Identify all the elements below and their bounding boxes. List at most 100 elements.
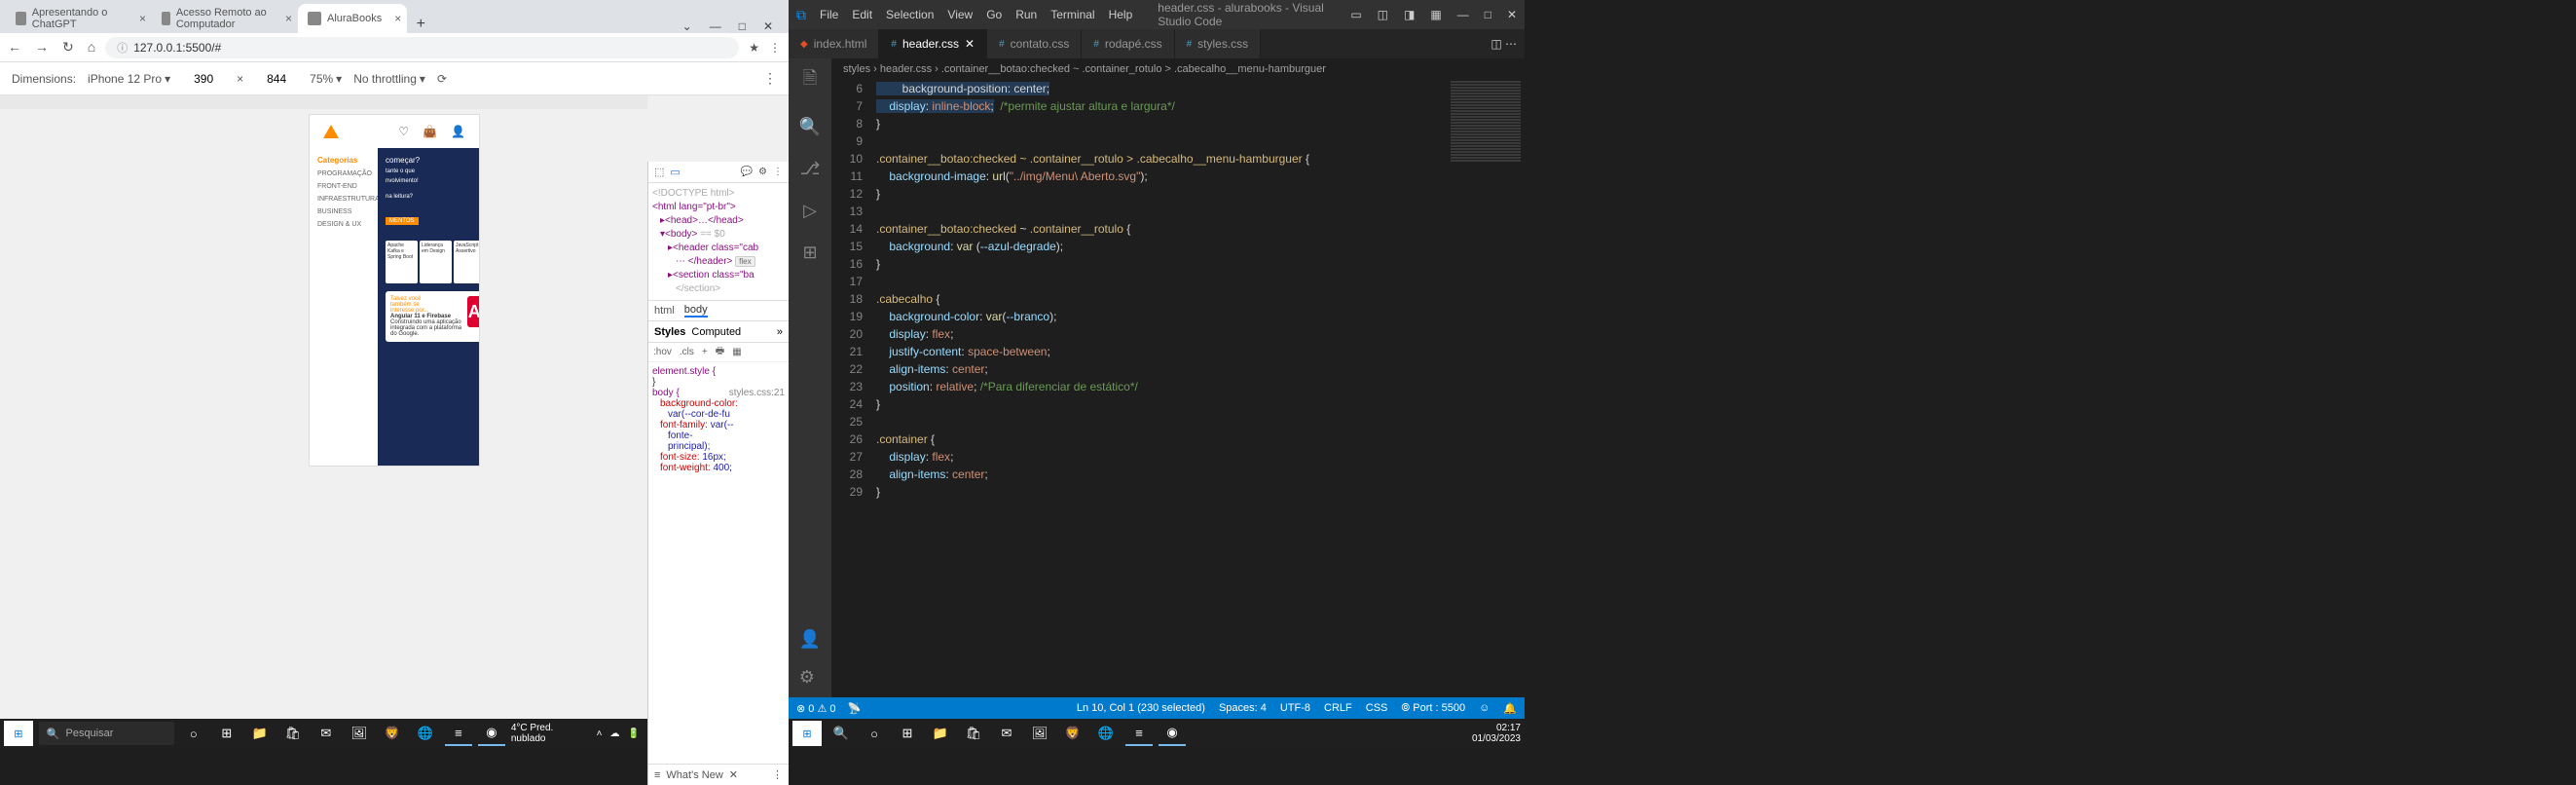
close-icon[interactable]: × xyxy=(394,12,401,25)
tab-computed[interactable]: Computed xyxy=(691,326,741,338)
menu-terminal[interactable]: Terminal xyxy=(1050,8,1094,21)
menu-run[interactable]: Run xyxy=(1015,8,1037,21)
book-card[interactable]: Apache Kafka e Spring Boot xyxy=(386,241,418,283)
back-button[interactable]: ← xyxy=(8,39,21,56)
minimize-button[interactable]: — xyxy=(710,19,721,33)
code-editor[interactable]: styles › header.css › .container__botao:… xyxy=(831,58,1525,697)
close-icon[interactable]: ✕ xyxy=(965,37,975,51)
layout-icon[interactable]: ◫ xyxy=(1378,8,1388,21)
device-icon[interactable]: ▭ xyxy=(670,166,680,178)
chat-icon[interactable]: 💬 xyxy=(741,167,753,177)
new-tab-button[interactable]: + xyxy=(407,16,434,33)
battery-icon[interactable]: 🔋 xyxy=(627,729,639,739)
more-button[interactable]: ⋮ xyxy=(763,70,777,87)
layout-icon[interactable]: ◨ xyxy=(1404,8,1415,21)
layout-icon[interactable]: ▭ xyxy=(1350,8,1361,21)
maximize-button[interactable]: □ xyxy=(1485,8,1491,21)
cat-business[interactable]: BUSINESS xyxy=(317,208,370,215)
breadcrumb[interactable]: styles › header.css › .container__botao:… xyxy=(831,58,1525,80)
box-icon[interactable]: ▦ xyxy=(732,347,741,357)
close-icon[interactable]: × xyxy=(285,12,292,25)
hero-button[interactable]: MENTOS xyxy=(386,217,419,225)
tab-index[interactable]: ◆index.html xyxy=(789,29,879,58)
vscode-icon[interactable]: ≡ xyxy=(1125,721,1153,746)
url-input[interactable]: ⓘ127.0.0.1:5500/# xyxy=(105,37,739,58)
crumb-body[interactable]: body xyxy=(684,304,708,318)
chrome-icon[interactable]: ◉ xyxy=(1159,721,1186,746)
rotate-button[interactable]: ⟳ xyxy=(437,72,447,86)
edge-icon[interactable]: 🌐 xyxy=(412,721,439,746)
menu-edit[interactable]: Edit xyxy=(852,8,872,21)
width-input[interactable] xyxy=(182,72,225,86)
close-icon[interactable]: ✕ xyxy=(729,768,738,781)
live-server-indicator[interactable]: ⦾ Port : 5500 xyxy=(1401,702,1465,715)
chrome-icon[interactable]: ◉ xyxy=(478,721,505,746)
menu-help[interactable]: Help xyxy=(1109,8,1133,21)
taskbar-search[interactable]: 🔍 Pesquisar xyxy=(39,722,174,745)
user-icon[interactable]: 👤 xyxy=(451,125,465,138)
menu-view[interactable]: View xyxy=(947,8,973,21)
cat-infra[interactable]: INFRAESTRUTURA xyxy=(317,196,370,203)
cat-design[interactable]: DESIGN & UX xyxy=(317,221,370,228)
layout-icon[interactable]: ▦ xyxy=(1430,8,1441,21)
radio-icon[interactable]: 📡 xyxy=(847,702,861,715)
menu-selection[interactable]: Selection xyxy=(886,8,934,21)
edge-icon[interactable]: 🌐 xyxy=(1092,721,1120,746)
weather-widget[interactable]: 4°C Pred. nublado xyxy=(511,723,589,744)
heart-icon[interactable]: ♡ xyxy=(398,125,409,138)
taskview-icon[interactable]: ⊞ xyxy=(894,721,921,746)
bell-icon[interactable]: 🔔 xyxy=(1503,702,1517,715)
debug-icon[interactable]: ▷ xyxy=(803,201,817,221)
search-icon[interactable]: 🔍 xyxy=(828,721,855,746)
bag-icon[interactable]: 👜 xyxy=(423,125,437,138)
tab-rodape[interactable]: #rodapé.css xyxy=(1082,29,1174,58)
extensions-icon[interactable]: ⊞ xyxy=(802,243,817,263)
device-dropdown[interactable]: iPhone 12 Pro ▾ xyxy=(88,72,170,86)
settings-icon[interactable]: ⚙ xyxy=(799,667,821,688)
explorer-icon[interactable]: 📁 xyxy=(246,721,274,746)
close-icon[interactable]: × xyxy=(139,12,146,25)
search-icon[interactable]: 🔍 xyxy=(799,117,821,137)
site-info-icon[interactable]: ⓘ xyxy=(117,40,128,56)
explorer-icon[interactable]: 🗎 xyxy=(803,66,817,95)
code-content[interactable]: background-position: center; display: in… xyxy=(876,80,1447,697)
eol-indicator[interactable]: CRLF xyxy=(1324,702,1352,715)
height-input[interactable] xyxy=(255,72,298,86)
source-control-icon[interactable]: ⎇ xyxy=(800,159,821,179)
more-tabs[interactable]: » xyxy=(777,326,783,338)
encoding-indicator[interactable]: UTF-8 xyxy=(1280,702,1310,715)
minimap[interactable] xyxy=(1447,80,1525,697)
book-card[interactable]: Liderança em Design xyxy=(420,241,452,283)
close-button[interactable]: ✕ xyxy=(763,19,773,33)
home-button[interactable]: ⌂ xyxy=(88,39,95,56)
browser-tab-alura[interactable]: AluraBooks× xyxy=(298,4,407,33)
cat-programacao[interactable]: PROGRAMAÇÃO xyxy=(317,170,370,177)
print-icon[interactable]: 🖶 xyxy=(716,344,724,360)
explorer-icon[interactable]: 📁 xyxy=(927,721,954,746)
mail-icon[interactable]: ✉ xyxy=(993,721,1020,746)
photos-icon[interactable]: 🖼 xyxy=(1026,721,1053,746)
onedrive-icon[interactable]: ☁ xyxy=(609,729,619,739)
chevron-down-icon[interactable]: ⌄ xyxy=(682,19,692,33)
start-button[interactable]: ⊞ xyxy=(4,721,33,746)
promo-card[interactable]: Talvez você também se interesse por... A… xyxy=(386,291,479,342)
menu-file[interactable]: File xyxy=(820,8,838,21)
tab-styles[interactable]: #styles.css xyxy=(1175,29,1262,58)
reload-button[interactable]: ↻ xyxy=(62,39,74,56)
mail-icon[interactable]: ✉ xyxy=(313,721,340,746)
tray-chevron[interactable]: ˄ xyxy=(597,729,603,739)
menu-go[interactable]: Go xyxy=(986,8,1002,21)
tab-header[interactable]: #header.css ✕ xyxy=(879,29,987,58)
store-icon[interactable]: 🛍 xyxy=(960,721,987,746)
taskbar-clock[interactable]: 02:1701/03/2023 xyxy=(1472,723,1521,744)
throttle-dropdown[interactable]: No throttling ▾ xyxy=(353,72,425,86)
minimize-button[interactable]: — xyxy=(1457,8,1469,21)
start-button[interactable]: ⊞ xyxy=(792,721,822,746)
close-button[interactable]: ✕ xyxy=(1507,8,1517,21)
language-indicator[interactable]: CSS xyxy=(1366,702,1388,715)
logo-icon[interactable] xyxy=(323,125,339,138)
photos-icon[interactable]: 🖼 xyxy=(346,721,373,746)
inspect-icon[interactable]: ⬚ xyxy=(654,166,664,178)
vscode-icon[interactable]: ≡ xyxy=(445,721,472,746)
account-icon[interactable]: 👤 xyxy=(799,629,821,650)
